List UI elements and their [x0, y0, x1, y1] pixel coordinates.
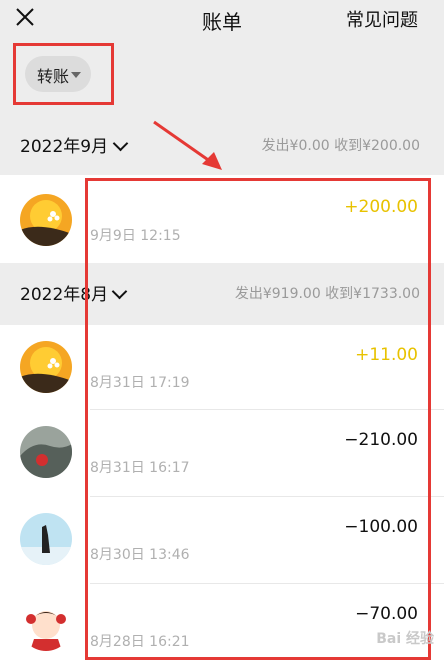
- avatar: [20, 341, 72, 393]
- avatar: [20, 513, 72, 565]
- transactions-highlight-box: [85, 178, 431, 660]
- filter-highlight-box: 转账: [13, 43, 114, 105]
- filter-chip[interactable]: 转账: [25, 56, 91, 92]
- chevron-down-icon: [112, 135, 129, 152]
- annotation-arrow-icon: [153, 120, 222, 170]
- top-bar: 账单 常见问题: [0, 0, 444, 38]
- month-summary: 发出¥0.00 收到¥200.00: [261, 138, 420, 154]
- filter-chip-label: 转账: [37, 67, 70, 86]
- avatar: [20, 194, 72, 246]
- avatar: [20, 426, 72, 478]
- help-link[interactable]: 常见问题: [346, 6, 418, 32]
- avatar: [20, 599, 72, 651]
- watermark: Bai 经验: [376, 631, 434, 647]
- caret-down-icon: [71, 72, 81, 78]
- month-label: 2022年9月: [20, 137, 109, 157]
